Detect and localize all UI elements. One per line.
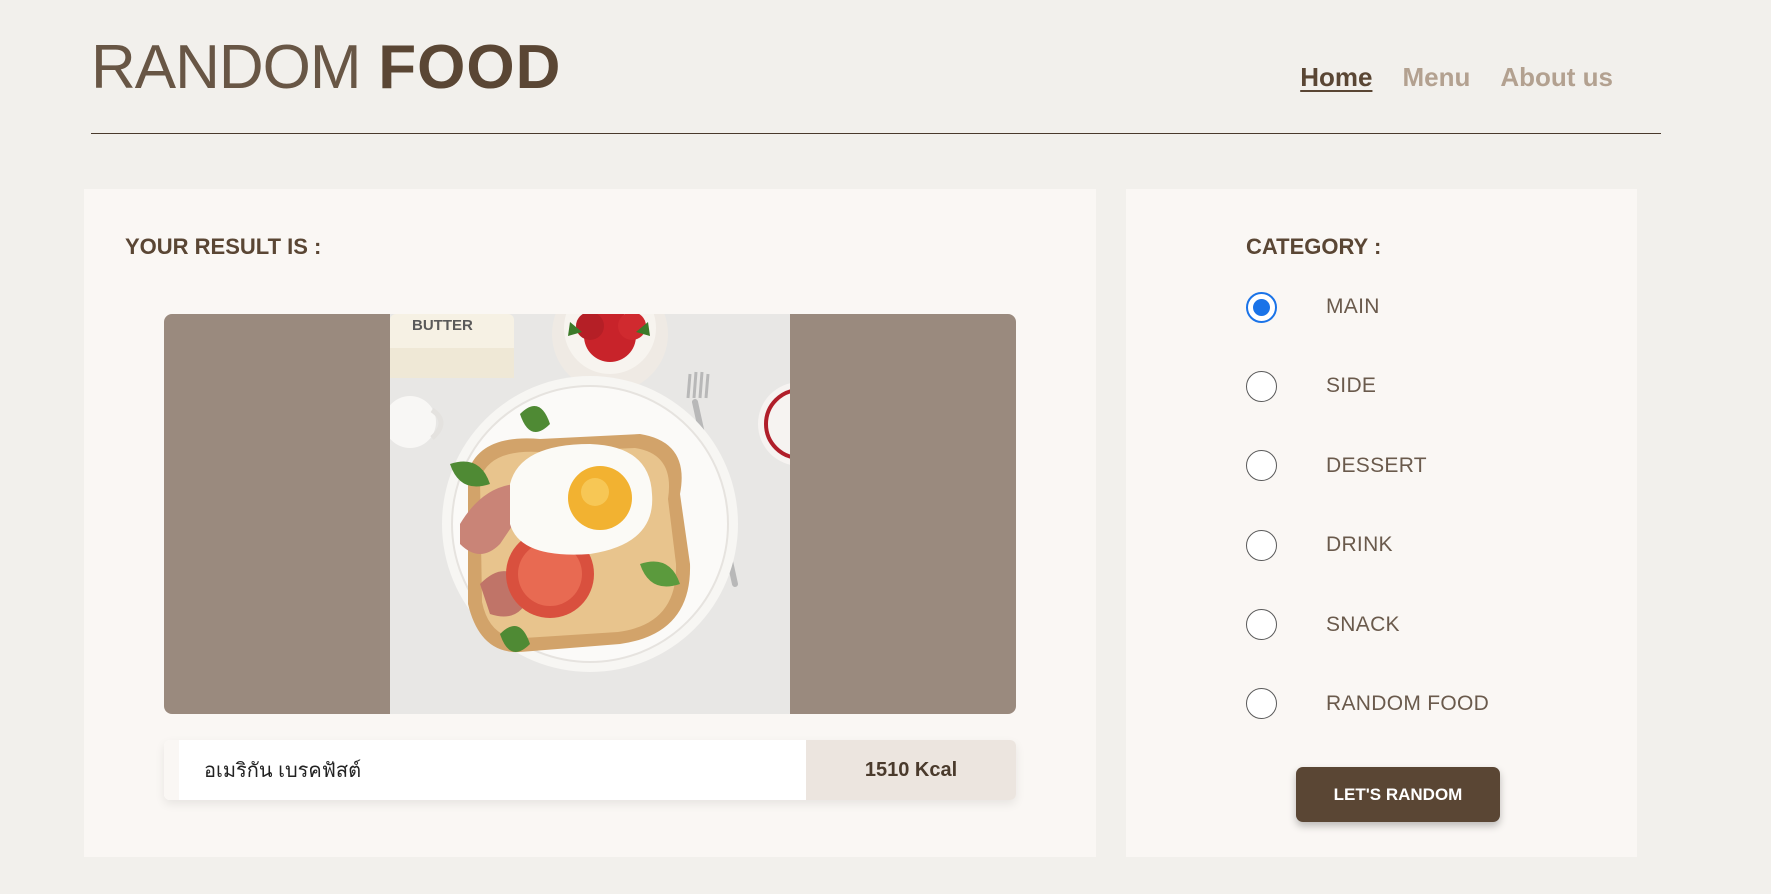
site-logo[interactable]: RANDOM FOOD [91, 32, 561, 104]
category-options: MAIN SIDE DESSERT DRINK SNACK RANDOM FOO… [1246, 291, 1490, 768]
food-name: อเมริกัน เบรคฟัสต์ [164, 740, 806, 800]
calorie-value: 1510 Kcal [806, 740, 1016, 800]
category-option-side[interactable]: SIDE [1246, 370, 1489, 402]
result-panel: YOUR RESULT IS : BUTTER อเมริกัน เบรคฟัส… [84, 189, 1096, 857]
category-option-snack[interactable]: SNACK [1246, 609, 1489, 641]
radio-snack[interactable] [1246, 609, 1277, 641]
category-panel: CATEGORY : MAIN SIDE DESSERT DRINK SNACK… [1126, 189, 1637, 857]
category-label-drink: DRINK [1326, 533, 1393, 557]
category-option-random-food[interactable]: RANDOM FOOD [1246, 688, 1490, 720]
nav-menu[interactable]: Menu [1402, 62, 1470, 93]
category-label-side: SIDE [1326, 374, 1377, 398]
radio-dessert[interactable] [1246, 450, 1277, 482]
logo-bold-text: FOOD [378, 33, 562, 102]
result-info-bar: อเมริกัน เบรคฟัสต์ 1510 Kcal [164, 740, 1016, 800]
category-label-main: MAIN [1326, 295, 1380, 318]
main-nav: Home Menu About us [1300, 62, 1613, 93]
category-option-drink[interactable]: DRINK [1246, 529, 1489, 561]
category-heading: CATEGORY : [1246, 234, 1382, 259]
category-label-dessert: DESSERT [1326, 453, 1427, 477]
site-header: RANDOM FOOD Home Menu About us [91, 0, 1661, 134]
food-image-frame: BUTTER [164, 314, 1016, 714]
nav-home[interactable]: Home [1300, 62, 1372, 93]
butter-label: BUTTER [412, 317, 473, 334]
result-heading: YOUR RESULT IS : [125, 234, 322, 259]
food-photo: BUTTER [390, 314, 790, 714]
nav-about-us[interactable]: About us [1500, 62, 1613, 93]
lets-random-button[interactable]: LET'S RANDOM [1296, 767, 1500, 822]
category-option-dessert[interactable]: DESSERT [1246, 450, 1489, 482]
radio-random-food[interactable] [1246, 688, 1277, 720]
radio-main[interactable] [1246, 291, 1277, 323]
category-label-random-food: RANDOM FOOD [1326, 691, 1490, 715]
radio-drink[interactable] [1246, 529, 1277, 561]
category-label-snack: SNACK [1326, 612, 1400, 636]
food-photo-illustration: BUTTER [390, 314, 790, 714]
radio-side[interactable] [1246, 370, 1277, 402]
category-option-main[interactable]: MAIN [1246, 291, 1489, 323]
logo-light-text: RANDOM [91, 33, 362, 102]
